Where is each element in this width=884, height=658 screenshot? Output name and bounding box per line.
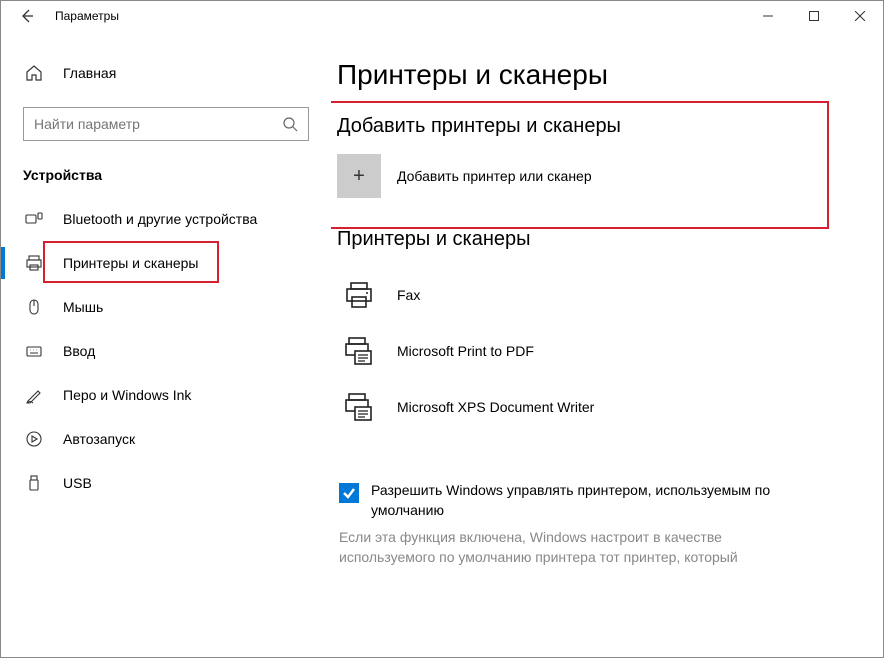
printer-device-icon [337,335,381,367]
sidebar-item-label: Перо и Windows Ink [63,387,191,403]
search-box[interactable] [23,107,309,141]
printer-item-label: Microsoft Print to PDF [397,343,534,359]
checkbox-checked[interactable] [339,483,359,503]
highlight-annotation [331,101,829,229]
sidebar-item-usb[interactable]: USB [1,461,331,505]
mouse-icon [23,298,45,316]
printer-device-icon [337,279,381,311]
sidebar-item-typing[interactable]: Ввод [1,329,331,373]
sidebar-item-label: USB [63,475,92,491]
sidebar-item-label: Ввод [63,343,95,359]
minimize-button[interactable] [745,1,791,31]
sidebar-item-mouse[interactable]: Мышь [1,285,331,329]
hint-text: Если эта функция включена, Windows настр… [337,528,777,567]
maximize-icon [809,11,819,21]
bluetooth-icon [23,210,45,228]
title-bar: Параметры [1,1,883,31]
sidebar-item-label: Автозапуск [63,431,135,447]
sidebar-item-label: Мышь [63,299,103,315]
pen-icon [23,386,45,404]
home-icon [23,64,45,82]
checkmark-icon [342,486,356,500]
printer-item-label: Fax [397,287,420,303]
printer-icon [23,254,45,272]
page-title: Принтеры и сканеры [337,59,855,91]
content-area: Принтеры и сканеры Добавить принтеры и с… [331,31,883,657]
sidebar-group-label: Устройства [23,167,331,183]
search-icon [282,116,298,132]
printer-item[interactable]: Microsoft XPS Document Writer [337,379,855,435]
default-printer-checkbox-row[interactable]: Разрешить Windows управлять принтером, и… [337,481,855,520]
printer-device-icon [337,391,381,423]
usb-icon [23,474,45,492]
highlight-annotation [43,241,219,283]
back-button[interactable] [9,1,45,31]
sidebar-item-autoplay[interactable]: Автозапуск [1,417,331,461]
window-title: Параметры [55,9,119,23]
printer-item[interactable]: Microsoft Print to PDF [337,323,855,379]
autoplay-icon [23,430,45,448]
sidebar-item-bluetooth[interactable]: Bluetooth и другие устройства [1,197,331,241]
printer-item[interactable]: Fax [337,267,855,323]
sidebar-item-pen[interactable]: Перо и Windows Ink [1,373,331,417]
minimize-icon [763,11,773,21]
search-input[interactable] [34,116,282,132]
printer-item-label: Microsoft XPS Document Writer [397,399,594,415]
arrow-left-icon [19,8,35,24]
sidebar: Главная Устройства Bluetooth и другие ус… [1,31,331,657]
maximize-button[interactable] [791,1,837,31]
sidebar-item-label: Bluetooth и другие устройства [63,211,257,227]
close-button[interactable] [837,1,883,31]
keyboard-icon [23,342,45,360]
checkbox-label: Разрешить Windows управлять принтером, и… [371,481,791,520]
printers-section-heading: Принтеры и сканеры [337,228,855,251]
sidebar-home[interactable]: Главная [1,53,331,93]
close-icon [855,11,865,21]
sidebar-home-label: Главная [63,65,116,81]
